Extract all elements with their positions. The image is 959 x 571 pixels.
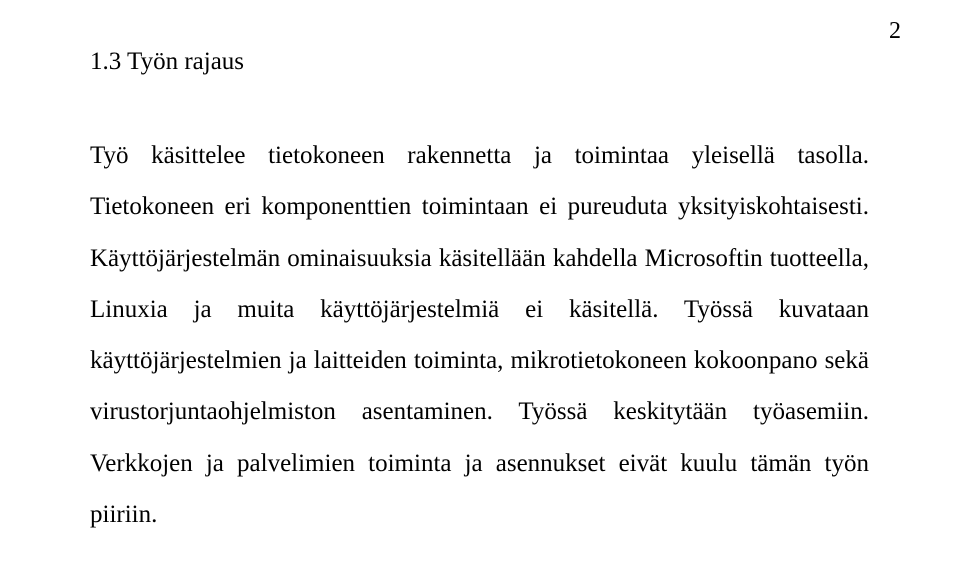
body-paragraph: Työ käsittelee tietokoneen rakennetta ja… [90, 130, 869, 540]
section-heading: 1.3 Työn rajaus [90, 48, 869, 76]
page-number: 2 [889, 18, 901, 45]
